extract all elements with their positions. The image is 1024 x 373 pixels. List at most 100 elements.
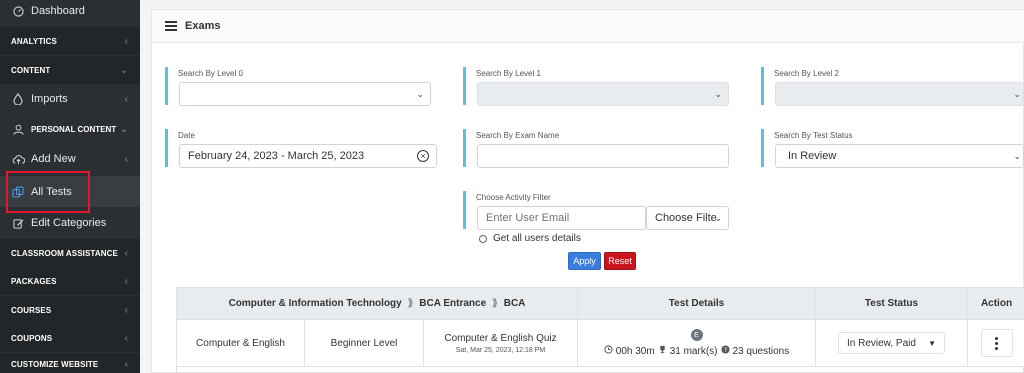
test-details-cell: E 00h 30m 31 mark(s) ? 23 questions: [578, 320, 816, 367]
chevron-down-icon: ⌄: [1013, 88, 1021, 99]
sidebar-section-courses[interactable]: COURSES ‹: [0, 296, 140, 324]
chevron-left-icon: ‹: [124, 358, 128, 370]
level-cell: Beginner Level: [305, 320, 424, 367]
panel-header: Exams: [152, 10, 1024, 43]
action-header: Action: [968, 288, 1024, 320]
chevron-down-icon: ⌄: [119, 64, 128, 76]
chevron-left-icon: ‹: [124, 93, 128, 105]
user-icon: [11, 122, 25, 136]
sidebar-section-analytics[interactable]: ANALYTICS ‹: [0, 27, 140, 55]
test-details-header: Test Details: [578, 288, 816, 320]
subject-cell: Computer & English: [177, 320, 305, 367]
sidebar-section-classroom-assistance[interactable]: CLASSROOM ASSISTANCE ‹: [0, 239, 140, 267]
sidebar-item-edit-categories[interactable]: Edit Categories: [0, 212, 140, 234]
all-users-label: Get all users details: [493, 233, 581, 244]
test-type-badge: E: [690, 329, 703, 341]
quiz-name[interactable]: Computer & English Quiz: [444, 333, 556, 344]
drop-icon: [11, 92, 25, 106]
duration: 00h 30m: [615, 345, 655, 357]
sidebar-section-label: CUSTOMIZE WEBSITE: [11, 359, 99, 369]
breadcrumb-item: Computer & Information Technology: [228, 298, 402, 309]
chevron-left-icon: ‹: [124, 247, 128, 259]
sidebar-section-label: COUPONS: [11, 333, 53, 343]
cloud-upload-icon: [11, 152, 25, 166]
quiz-date: Sat, Mar 25, 2023, 12:18 PM: [455, 346, 546, 354]
chevron-left-icon: ‹: [124, 275, 128, 287]
more-actions-button[interactable]: [980, 329, 1013, 357]
caret-down-icon: ▼: [928, 338, 936, 348]
kebab-icon: [995, 336, 998, 340]
date-label: Date: [178, 131, 195, 140]
status-value: In Review, Paid: [847, 337, 916, 349]
chevron-down-icon: ⌄: [416, 88, 424, 99]
chevron-left-icon: ‹: [124, 332, 128, 344]
sidebar-item-personal-content[interactable]: PERSONAL CONTENT ⌄: [0, 116, 140, 142]
sidebar-item-label: Imports: [31, 93, 68, 105]
level0-select[interactable]: ⌄: [179, 82, 431, 106]
question-icon: ?: [720, 345, 730, 357]
sidebar-section-coupons[interactable]: COUPONS ‹: [0, 324, 140, 352]
chevron-down-icon: ⌄: [714, 212, 722, 223]
clear-icon[interactable]: ×: [417, 150, 429, 162]
sidebar-section-label: ANALYTICS: [11, 36, 57, 46]
questions: 23 questions: [732, 345, 790, 357]
sidebar-item-label: Dashboard: [31, 5, 85, 17]
clock-icon: [604, 345, 613, 357]
quiz-cell: Computer & English Quiz Sat, Mar 25, 202…: [424, 320, 578, 367]
all-users-option[interactable]: Get all users details: [479, 233, 581, 244]
chevron-left-icon: ‹: [124, 304, 128, 316]
sidebar-item-dashboard[interactable]: Dashboard: [0, 0, 140, 22]
activity-filter-label: Choose Activity Filter: [476, 193, 551, 202]
apply-button[interactable]: Apply: [568, 252, 601, 270]
list-icon: [165, 21, 177, 31]
test-status-select[interactable]: In Review ⌄: [775, 144, 1024, 168]
level0-label: Search By Level 0: [178, 69, 243, 78]
sidebar-item-label: Add New: [31, 153, 76, 165]
date-range-input[interactable]: February 24, 2023 - March 25, 2023 ×: [179, 144, 437, 168]
radio-button[interactable]: [479, 234, 487, 243]
sidebar-section-content[interactable]: CONTENT ⌄: [0, 56, 140, 84]
sidebar-section-label: CONTENT: [11, 65, 51, 75]
breadcrumb-item: BCA Entrance: [419, 298, 487, 309]
dashboard-icon: [11, 4, 25, 18]
action-cell: [968, 320, 1024, 367]
level2-select[interactable]: ⌄: [775, 82, 1024, 106]
level2-label: Search By Level 2: [774, 69, 839, 78]
sidebar-section-customize-website[interactable]: CUSTOMIZE WEBSITE ‹: [0, 353, 140, 373]
edit-icon: [11, 216, 25, 230]
status-dropdown[interactable]: In Review, Paid ▼: [838, 332, 945, 354]
user-email-input[interactable]: Enter User Email: [477, 206, 646, 230]
exam-name-label: Search By Exam Name: [476, 131, 560, 140]
sidebar-item-add-new[interactable]: Add New ‹: [0, 148, 140, 170]
sidebar-section-packages[interactable]: PACKAGES ‹: [0, 267, 140, 295]
page-title: Exams: [185, 20, 221, 32]
test-status-label: Search By Test Status: [774, 131, 853, 140]
category-header: Computer & Information Technology ⟫ BCA …: [177, 288, 578, 320]
chevron-right-icon: ⟫: [492, 298, 498, 309]
highlight-box: [6, 171, 90, 213]
chevron-left-icon: ‹: [124, 35, 128, 47]
breadcrumb-item: BCA: [503, 298, 526, 309]
test-status-value: In Review: [788, 150, 837, 162]
kebab-icon: [995, 341, 998, 345]
test-status-cell: In Review, Paid ▼: [816, 320, 968, 367]
trophy-icon: [658, 345, 667, 357]
kebab-icon: [995, 346, 998, 350]
date-range-value: February 24, 2023 - March 25, 2023: [188, 150, 365, 162]
marks: 31 mark(s): [669, 345, 718, 357]
exam-name-input[interactable]: [477, 144, 729, 168]
user-email-placeholder: Enter User Email: [486, 212, 570, 224]
sidebar-item-label: Edit Categories: [31, 217, 107, 229]
reset-button[interactable]: Reset: [604, 252, 636, 270]
chevron-left-icon: ‹: [124, 153, 128, 165]
level1-select[interactable]: ⌄: [477, 82, 729, 106]
activity-filter-select[interactable]: Choose Filte ⌄: [646, 206, 729, 230]
exams-table: Computer & Information Technology ⟫ BCA …: [176, 287, 1024, 373]
chevron-down-icon: ⌄: [119, 123, 128, 135]
sidebar-item-imports[interactable]: Imports ‹: [0, 88, 140, 110]
activity-filter-value: Choose Filte: [655, 212, 717, 224]
chevron-down-icon: ⌄: [714, 88, 722, 99]
sidebar-section-label: CLASSROOM ASSISTANCE: [11, 248, 118, 258]
test-status-header: Test Status: [816, 288, 968, 320]
sidebar: Dashboard ANALYTICS ‹ CONTENT ⌄ Imports …: [0, 0, 140, 373]
